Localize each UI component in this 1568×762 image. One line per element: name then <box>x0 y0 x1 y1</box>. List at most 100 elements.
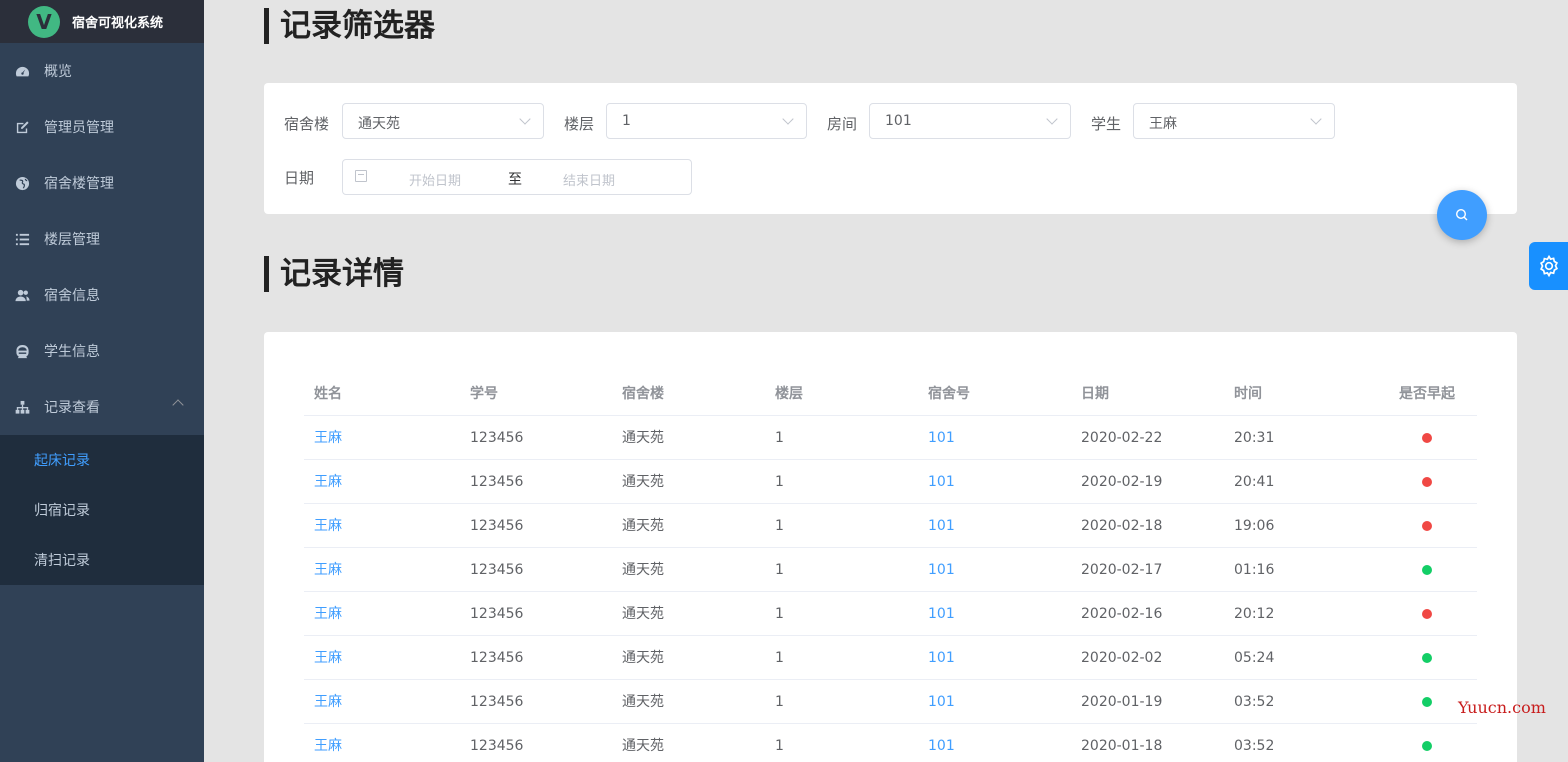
col-id-header[interactable]: 学号 <box>470 372 498 416</box>
room-link[interactable]: 101 <box>928 460 955 504</box>
globe-icon <box>14 175 30 191</box>
student-name-link[interactable]: 王麻 <box>314 592 342 636</box>
student-id-cell: 123456 <box>470 430 524 446</box>
student-name-link[interactable]: 王麻 <box>314 460 342 504</box>
building-select-value: 通天苑 <box>358 116 400 132</box>
table-row[interactable]: 王麻 123456 通天苑 1 101 2020-01-19 03:52 <box>304 680 1477 724</box>
col-time-header[interactable]: 时间 <box>1234 372 1262 416</box>
col-room-header[interactable]: 宿舍号 <box>928 372 970 416</box>
floor-cell: 1 <box>775 562 784 578</box>
time-cell: 20:31 <box>1234 430 1275 446</box>
student-id-cell: 123456 <box>470 474 524 490</box>
sidebar-item-floor[interactable]: 楼层管理 <box>0 211 204 267</box>
date-cell: 2020-02-19 <box>1081 474 1163 490</box>
dashboard-icon <box>14 63 30 79</box>
sidebar-item-label: 宿舍楼管理 <box>44 176 114 192</box>
watermark: Yuucn.com <box>1458 698 1546 717</box>
end-date-input[interactable]: 结束日期 <box>563 170 615 189</box>
date-label: 日期 <box>284 169 315 187</box>
room-link[interactable]: 101 <box>928 592 955 636</box>
col-building-header[interactable]: 宿舍楼 <box>622 372 664 416</box>
chevron-down-icon <box>519 113 531 125</box>
users-icon <box>14 287 30 303</box>
table-row[interactable]: 王麻 123456 通天苑 1 101 2020-02-22 20:31 <box>304 416 1477 460</box>
table-row[interactable]: 王麻 123456 通天苑 1 101 2020-02-16 20:12 <box>304 592 1477 636</box>
chevron-down-icon <box>782 113 794 125</box>
sidebar-item-label: 管理员管理 <box>44 120 114 136</box>
sidebar-item-building[interactable]: 宿舍楼管理 <box>0 155 204 211</box>
settings-button[interactable] <box>1529 242 1568 290</box>
edit-icon <box>14 119 30 135</box>
date-range-picker[interactable]: 开始日期 至 结束日期 <box>342 159 692 195</box>
table-row[interactable]: 王麻 123456 通天苑 1 101 2020-02-18 19:06 <box>304 504 1477 548</box>
submenu-item-clean[interactable]: 清扫记录 <box>0 535 204 585</box>
sidebar-item-admin[interactable]: 管理员管理 <box>0 99 204 155</box>
room-link[interactable]: 101 <box>928 548 955 592</box>
early-no-dot <box>1422 433 1432 443</box>
sidebar-item-student[interactable]: 学生信息 <box>0 323 204 379</box>
student-name-link[interactable]: 王麻 <box>314 416 342 460</box>
building-select[interactable]: 通天苑 <box>342 103 544 139</box>
submenu-item-wakeup[interactable]: 起床记录 <box>0 435 204 485</box>
student-select[interactable]: 王麻 <box>1133 103 1335 139</box>
floor-cell: 1 <box>775 738 784 754</box>
time-cell: 19:06 <box>1234 518 1275 534</box>
sidebar-item-label: 学生信息 <box>44 344 100 360</box>
col-floor-header[interactable]: 楼层 <box>775 372 803 416</box>
date-cell: 2020-01-19 <box>1081 694 1163 710</box>
detail-section-title: 记录详情 <box>264 256 404 292</box>
floor-cell: 1 <box>775 606 784 622</box>
student-id-cell: 123456 <box>470 650 524 666</box>
sidebar-item-label: 宿舍信息 <box>44 288 100 304</box>
room-link[interactable]: 101 <box>928 724 955 762</box>
start-date-input[interactable]: 开始日期 <box>409 170 461 189</box>
room-link[interactable]: 101 <box>928 416 955 460</box>
table-row[interactable]: 王麻 123456 通天苑 1 101 2020-01-18 03:52 <box>304 724 1477 762</box>
date-cell: 2020-01-18 <box>1081 738 1163 754</box>
table-body: 王麻 123456 通天苑 1 101 2020-02-22 20:31 王麻 123456 通天… <box>304 416 1477 762</box>
date-cell: 2020-02-22 <box>1081 430 1163 446</box>
table-row[interactable]: 王麻 123456 通天苑 1 101 2020-02-02 05:24 <box>304 636 1477 680</box>
student-name-link[interactable]: 王麻 <box>314 636 342 680</box>
calendar-icon <box>355 170 367 182</box>
time-cell: 03:52 <box>1234 694 1275 710</box>
building-cell: 通天苑 <box>622 694 664 710</box>
time-cell: 03:52 <box>1234 738 1275 754</box>
building-cell: 通天苑 <box>622 562 664 578</box>
student-icon <box>14 343 30 359</box>
student-name-link[interactable]: 王麻 <box>314 548 342 592</box>
sidebar-item-records[interactable]: 记录查看 <box>0 379 204 435</box>
filter-section-title: 记录筛选器 <box>264 8 435 44</box>
student-name-link[interactable]: 王麻 <box>314 680 342 724</box>
floor-cell: 1 <box>775 694 784 710</box>
student-id-cell: 123456 <box>470 562 524 578</box>
list-icon <box>14 231 30 247</box>
building-label: 宿舍楼 <box>284 115 330 133</box>
student-name-link[interactable]: 王麻 <box>314 504 342 548</box>
sidebar-item-dorm[interactable]: 宿舍信息 <box>0 267 204 323</box>
submenu-item-return[interactable]: 归宿记录 <box>0 485 204 535</box>
floor-select[interactable]: 1 <box>606 103 807 139</box>
chevron-down-icon <box>1310 113 1322 125</box>
table-row[interactable]: 王麻 123456 通天苑 1 101 2020-02-19 20:41 <box>304 460 1477 504</box>
col-early-header[interactable]: 是否早起 <box>1399 372 1455 416</box>
col-name-header[interactable]: 姓名 <box>314 372 342 416</box>
room-link[interactable]: 101 <box>928 636 955 680</box>
logo-icon: V <box>28 5 60 38</box>
room-link[interactable]: 101 <box>928 504 955 548</box>
floor-cell: 1 <box>775 518 784 534</box>
col-date-header[interactable]: 日期 <box>1081 372 1109 416</box>
search-button[interactable] <box>1437 190 1487 240</box>
records-table: 姓名 学号 宿舍楼 楼层 宿舍号 日期 时间 是否早起 王麻 123456 通天苑 1… <box>304 372 1477 762</box>
sidebar-item-label: 记录查看 <box>44 400 100 416</box>
room-link[interactable]: 101 <box>928 680 955 724</box>
date-cell: 2020-02-16 <box>1081 606 1163 622</box>
logo-bar: V 宿舍可视化系统 <box>0 0 204 43</box>
sidebar-item-overview[interactable]: 概览 <box>0 43 204 99</box>
student-id-cell: 123456 <box>470 518 524 534</box>
building-cell: 通天苑 <box>622 606 664 622</box>
student-name-link[interactable]: 王麻 <box>314 724 342 762</box>
room-select[interactable]: 101 <box>869 103 1071 139</box>
chevron-up-icon[interactable] <box>172 399 184 411</box>
table-row[interactable]: 王麻 123456 通天苑 1 101 2020-02-17 01:16 <box>304 548 1477 592</box>
